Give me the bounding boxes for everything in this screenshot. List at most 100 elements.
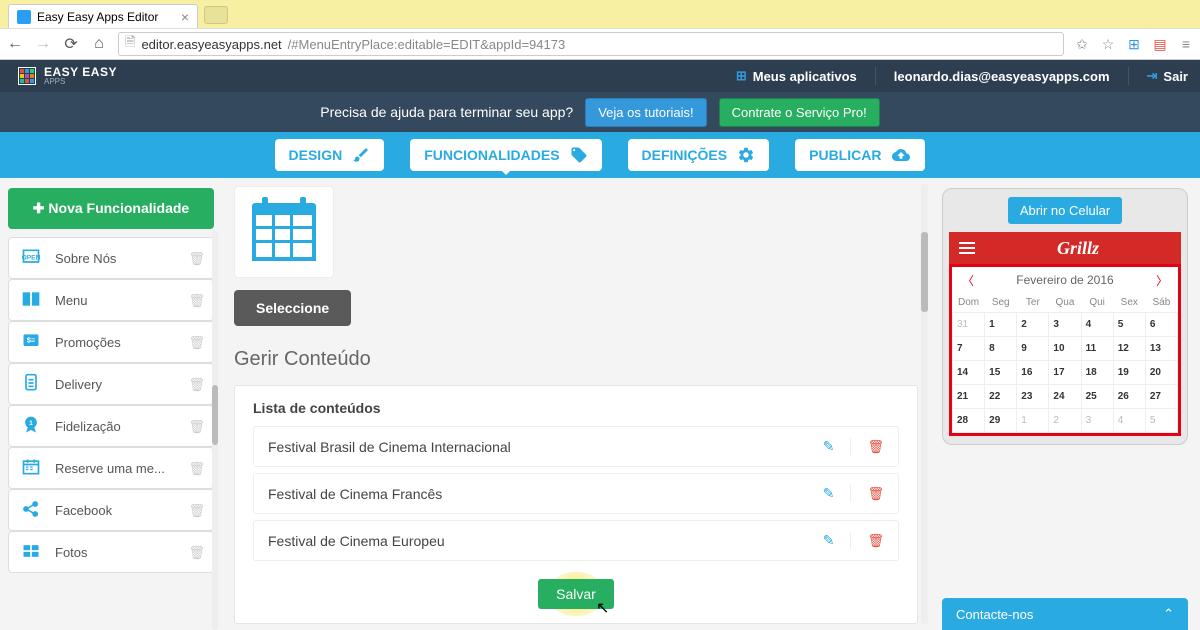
- cal-prev-icon[interactable]: 〈: [962, 272, 974, 289]
- cal-day[interactable]: 13: [1145, 337, 1177, 361]
- ext2-icon[interactable]: ▤: [1152, 36, 1168, 53]
- sidebar-item-3[interactable]: Delivery: [8, 363, 214, 405]
- cal-dow: Qui: [1081, 293, 1113, 313]
- delete-icon[interactable]: [851, 532, 884, 549]
- tab-design-label: DESIGN: [289, 147, 343, 163]
- tab-settings[interactable]: DEFINIÇÕES: [628, 139, 770, 171]
- cal-day[interactable]: 18: [1081, 361, 1113, 385]
- sidebar-item-7[interactable]: Fotos: [8, 531, 214, 573]
- new-feature-button[interactable]: ✚ Nova Funcionalidade: [8, 188, 214, 229]
- trash-icon[interactable]: [188, 376, 205, 393]
- cal-day[interactable]: 3: [1049, 313, 1081, 337]
- row-text: Festival de Cinema Francês: [268, 486, 807, 502]
- open-mobile-button[interactable]: Abrir no Celular: [1008, 197, 1122, 224]
- reload-icon[interactable]: ⟳: [62, 34, 80, 54]
- cal-day[interactable]: 20: [1145, 361, 1177, 385]
- cal-day[interactable]: 4: [1081, 313, 1113, 337]
- ext1-icon[interactable]: ⊞: [1126, 36, 1142, 53]
- bookmark-icon[interactable]: ✩: [1074, 36, 1090, 53]
- trash-icon[interactable]: [188, 334, 205, 351]
- app-header: EASY EASY APPS ⊞ Meus aplicativos leonar…: [0, 60, 1200, 92]
- sidebar-item-label: Delivery: [55, 377, 178, 392]
- cal-day[interactable]: 5: [1145, 409, 1177, 433]
- url-bar[interactable]: 🗎 editor.easyeasyapps.net/#MenuEntryPlac…: [118, 32, 1064, 56]
- tab-publish[interactable]: PUBLICAR: [795, 139, 925, 171]
- star-icon[interactable]: ☆: [1100, 36, 1116, 53]
- sidebar-item-icon: [17, 541, 45, 564]
- cal-day[interactable]: 1: [1017, 409, 1049, 433]
- cal-next-icon[interactable]: 〉: [1156, 272, 1168, 289]
- cal-day[interactable]: 3: [1081, 409, 1113, 433]
- trash-icon[interactable]: [188, 418, 205, 435]
- browser-tab[interactable]: Easy Easy Apps Editor ×: [8, 4, 198, 28]
- tab-close-icon[interactable]: ×: [181, 9, 189, 25]
- back-icon[interactable]: ←: [6, 35, 24, 53]
- trash-icon[interactable]: [188, 250, 205, 267]
- cal-day[interactable]: 17: [1049, 361, 1081, 385]
- tab-features[interactable]: FUNCIONALIDADES: [410, 139, 601, 171]
- cal-day[interactable]: 21: [953, 385, 985, 409]
- my-apps-label: Meus aplicativos: [753, 69, 857, 84]
- cal-day[interactable]: 28: [953, 409, 985, 433]
- cal-day[interactable]: 2: [1049, 409, 1081, 433]
- sidebar-scroll-thumb[interactable]: [212, 385, 218, 445]
- cal-day[interactable]: 10: [1049, 337, 1081, 361]
- sidebar-item-2[interactable]: $≡Promoções: [8, 321, 214, 363]
- tab-design[interactable]: DESIGN: [275, 139, 385, 171]
- edit-icon[interactable]: [807, 485, 852, 502]
- sidebar-item-5[interactable]: Reserve uma me...: [8, 447, 214, 489]
- trash-icon[interactable]: [188, 460, 205, 477]
- cal-day[interactable]: 9: [1017, 337, 1049, 361]
- edit-icon[interactable]: [807, 532, 852, 549]
- menu-icon[interactable]: ≡: [1178, 36, 1194, 53]
- cal-day[interactable]: 25: [1081, 385, 1113, 409]
- trash-icon[interactable]: [188, 292, 205, 309]
- user-email-text: leonardo.dias@easyeasyapps.com: [894, 69, 1110, 84]
- content-scrollbar[interactable]: [921, 184, 928, 624]
- sidebar-item-0[interactable]: OPENSobre Nós: [8, 237, 214, 279]
- sidebar-item-6[interactable]: Facebook: [8, 489, 214, 531]
- edit-icon[interactable]: [807, 438, 852, 455]
- cal-day[interactable]: 4: [1113, 409, 1145, 433]
- sidebar-item-1[interactable]: Menu: [8, 279, 214, 321]
- cal-day[interactable]: 26: [1113, 385, 1145, 409]
- cal-day[interactable]: 27: [1145, 385, 1177, 409]
- cal-day[interactable]: 29: [985, 409, 1017, 433]
- user-email[interactable]: leonardo.dias@easyeasyapps.com: [894, 69, 1110, 84]
- trash-icon[interactable]: [188, 544, 205, 561]
- cal-day[interactable]: 6: [1145, 313, 1177, 337]
- trash-icon[interactable]: [188, 502, 205, 519]
- cal-day[interactable]: 31: [953, 313, 985, 337]
- cal-day[interactable]: 8: [985, 337, 1017, 361]
- hamburger-icon[interactable]: [959, 242, 975, 254]
- delete-icon[interactable]: [851, 438, 884, 455]
- cal-day[interactable]: 1: [985, 313, 1017, 337]
- sidebar-item-icon: OPEN: [17, 247, 45, 270]
- home-icon[interactable]: ⌂: [90, 35, 108, 53]
- contact-bar[interactable]: Contacte-nos ⌃: [942, 598, 1188, 630]
- cal-day[interactable]: 12: [1113, 337, 1145, 361]
- cal-day[interactable]: 15: [985, 361, 1017, 385]
- help-text: Precisa de ajuda para terminar seu app?: [320, 104, 573, 120]
- cal-day[interactable]: 11: [1081, 337, 1113, 361]
- cal-day[interactable]: 24: [1049, 385, 1081, 409]
- app-logo[interactable]: EASY EASY APPS: [18, 66, 117, 86]
- logout-link[interactable]: ⇥ Sair: [1147, 68, 1188, 84]
- cal-day[interactable]: 16: [1017, 361, 1049, 385]
- cal-day[interactable]: 23: [1017, 385, 1049, 409]
- sidebar-scrollbar[interactable]: [212, 230, 218, 630]
- tutorials-button[interactable]: Veja os tutoriais!: [585, 98, 706, 127]
- cal-day[interactable]: 7: [953, 337, 985, 361]
- content-scroll-thumb[interactable]: [921, 232, 928, 312]
- cal-day[interactable]: 2: [1017, 313, 1049, 337]
- sidebar-item-4[interactable]: 1Fidelização: [8, 405, 214, 447]
- cal-day[interactable]: 14: [953, 361, 985, 385]
- new-tab-button[interactable]: [204, 6, 228, 24]
- my-apps-link[interactable]: ⊞ Meus aplicativos: [736, 68, 857, 84]
- hire-pro-button[interactable]: Contrate o Serviço Pro!: [719, 98, 880, 127]
- cal-day[interactable]: 19: [1113, 361, 1145, 385]
- select-button[interactable]: Seleccione: [234, 290, 351, 326]
- cal-day[interactable]: 5: [1113, 313, 1145, 337]
- delete-icon[interactable]: [851, 485, 884, 502]
- cal-day[interactable]: 22: [985, 385, 1017, 409]
